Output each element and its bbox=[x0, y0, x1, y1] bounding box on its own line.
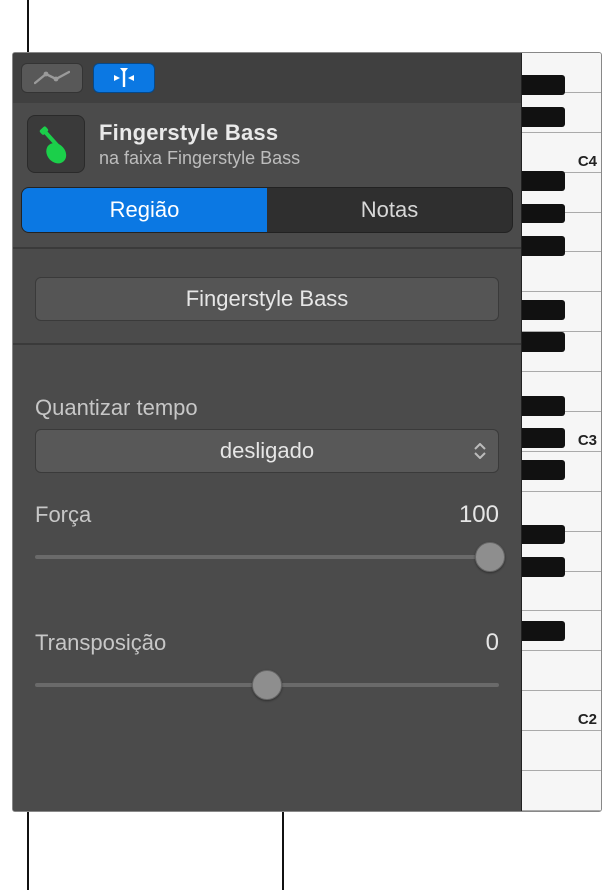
strength-label: Força bbox=[35, 502, 91, 528]
segmented-control: Região Notas bbox=[21, 187, 513, 233]
key-label: C3 bbox=[578, 432, 597, 449]
black-key[interactable] bbox=[522, 557, 565, 577]
region-title: Fingerstyle Bass bbox=[99, 120, 300, 146]
black-key[interactable] bbox=[522, 621, 565, 641]
transpose-value[interactable]: 0 bbox=[486, 629, 499, 657]
slider-thumb[interactable] bbox=[475, 542, 505, 572]
bass-icon bbox=[33, 121, 79, 167]
toolbar bbox=[13, 53, 521, 103]
catch-playhead-icon bbox=[109, 67, 139, 89]
black-key[interactable] bbox=[522, 428, 565, 448]
slider-thumb[interactable] bbox=[252, 670, 282, 700]
instrument-badge bbox=[27, 115, 85, 173]
black-key[interactable] bbox=[522, 75, 565, 95]
title-block: Fingerstyle Bass na faixa Fingerstyle Ba… bbox=[99, 120, 300, 169]
white-key[interactable] bbox=[522, 771, 601, 811]
region-header: Fingerstyle Bass na faixa Fingerstyle Ba… bbox=[13, 103, 521, 187]
quantize-value: desligado bbox=[220, 438, 314, 464]
region-subtitle: na faixa Fingerstyle Bass bbox=[99, 148, 300, 169]
catch-playhead-toggle[interactable] bbox=[93, 63, 155, 93]
inspector-panel: Fingerstyle Bass na faixa Fingerstyle Ba… bbox=[13, 53, 521, 811]
transpose-slider[interactable] bbox=[35, 669, 499, 701]
black-key[interactable] bbox=[522, 236, 565, 256]
black-key[interactable] bbox=[522, 300, 565, 320]
quantize-select[interactable]: desligado bbox=[35, 429, 499, 473]
white-key[interactable] bbox=[522, 252, 601, 292]
black-key[interactable] bbox=[522, 204, 565, 224]
tab-region[interactable]: Região bbox=[22, 188, 267, 232]
quantize-label: Quantizar tempo bbox=[35, 395, 499, 421]
piano-keyboard[interactable]: C4 C3 C2 bbox=[521, 53, 601, 811]
strength-row: Força 100 bbox=[35, 501, 499, 529]
slider-track bbox=[35, 555, 499, 559]
white-key[interactable]: C4 bbox=[522, 133, 601, 173]
editor-panel: Fingerstyle Bass na faixa Fingerstyle Ba… bbox=[12, 52, 602, 812]
controls-area: Quantizar tempo desligado Força 100 Tran… bbox=[13, 343, 521, 733]
region-name-row: Fingerstyle Bass bbox=[13, 249, 521, 343]
tab-notes[interactable]: Notas bbox=[267, 188, 512, 232]
key-label: C2 bbox=[578, 711, 597, 728]
strength-slider[interactable] bbox=[35, 541, 499, 573]
white-key[interactable] bbox=[522, 572, 601, 612]
white-key[interactable] bbox=[522, 731, 601, 771]
tab-row: Região Notas bbox=[13, 187, 521, 247]
region-name-field[interactable]: Fingerstyle Bass bbox=[35, 277, 499, 321]
automation-icon bbox=[34, 69, 70, 87]
callout-line-bottom bbox=[282, 800, 284, 890]
white-key[interactable] bbox=[522, 651, 601, 691]
black-key[interactable] bbox=[522, 107, 565, 127]
black-key[interactable] bbox=[522, 332, 565, 352]
chevron-updown-icon bbox=[474, 443, 486, 459]
white-key[interactable]: C2 bbox=[522, 691, 601, 731]
black-key[interactable] bbox=[522, 171, 565, 191]
black-key[interactable] bbox=[522, 525, 565, 545]
transpose-label: Transposição bbox=[35, 630, 166, 656]
key-label: C4 bbox=[578, 153, 597, 170]
automation-toggle[interactable] bbox=[21, 63, 83, 93]
strength-value[interactable]: 100 bbox=[459, 501, 499, 529]
black-key[interactable] bbox=[522, 396, 565, 416]
black-key[interactable] bbox=[522, 460, 565, 480]
transpose-row: Transposição 0 bbox=[35, 629, 499, 657]
